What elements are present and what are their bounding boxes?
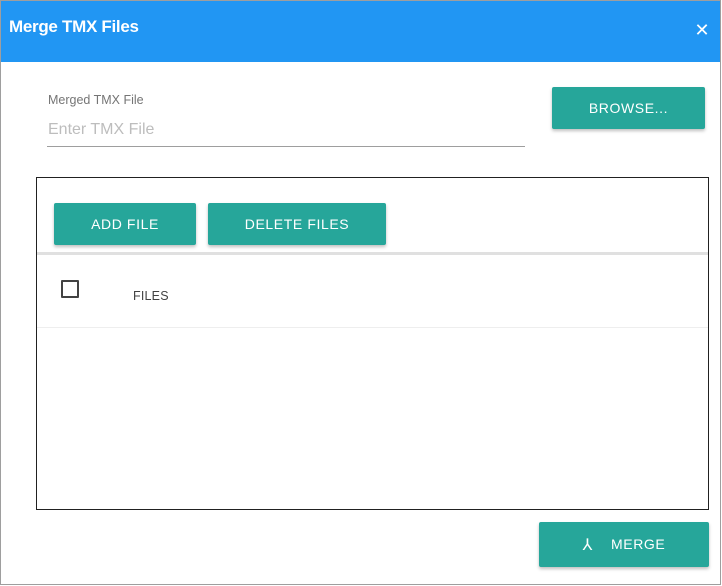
files-table-header: FILES [37,255,708,328]
files-column-header: FILES [133,289,169,303]
merged-file-input[interactable] [47,113,525,147]
browse-button[interactable]: BROWSE... [552,87,705,129]
merge-icon: ⅄ [582,535,594,554]
merge-button-label: MERGE [611,536,666,552]
select-all-checkbox[interactable] [61,280,79,298]
dialog-titlebar: Merge TMX Files ✕ [1,1,720,62]
dialog-title: Merge TMX Files [9,17,139,36]
files-panel: ADD FILE DELETE FILES FILES [36,177,709,510]
close-icon[interactable]: ✕ [684,17,720,45]
merge-button[interactable]: ⅄ MERGE [539,522,709,567]
delete-files-button[interactable]: DELETE FILES [208,203,386,245]
merge-tmx-dialog: Merge TMX Files ✕ Merged TMX File BROWSE… [0,0,721,585]
add-file-button[interactable]: ADD FILE [54,203,196,245]
merged-file-label: Merged TMX File [48,93,144,107]
